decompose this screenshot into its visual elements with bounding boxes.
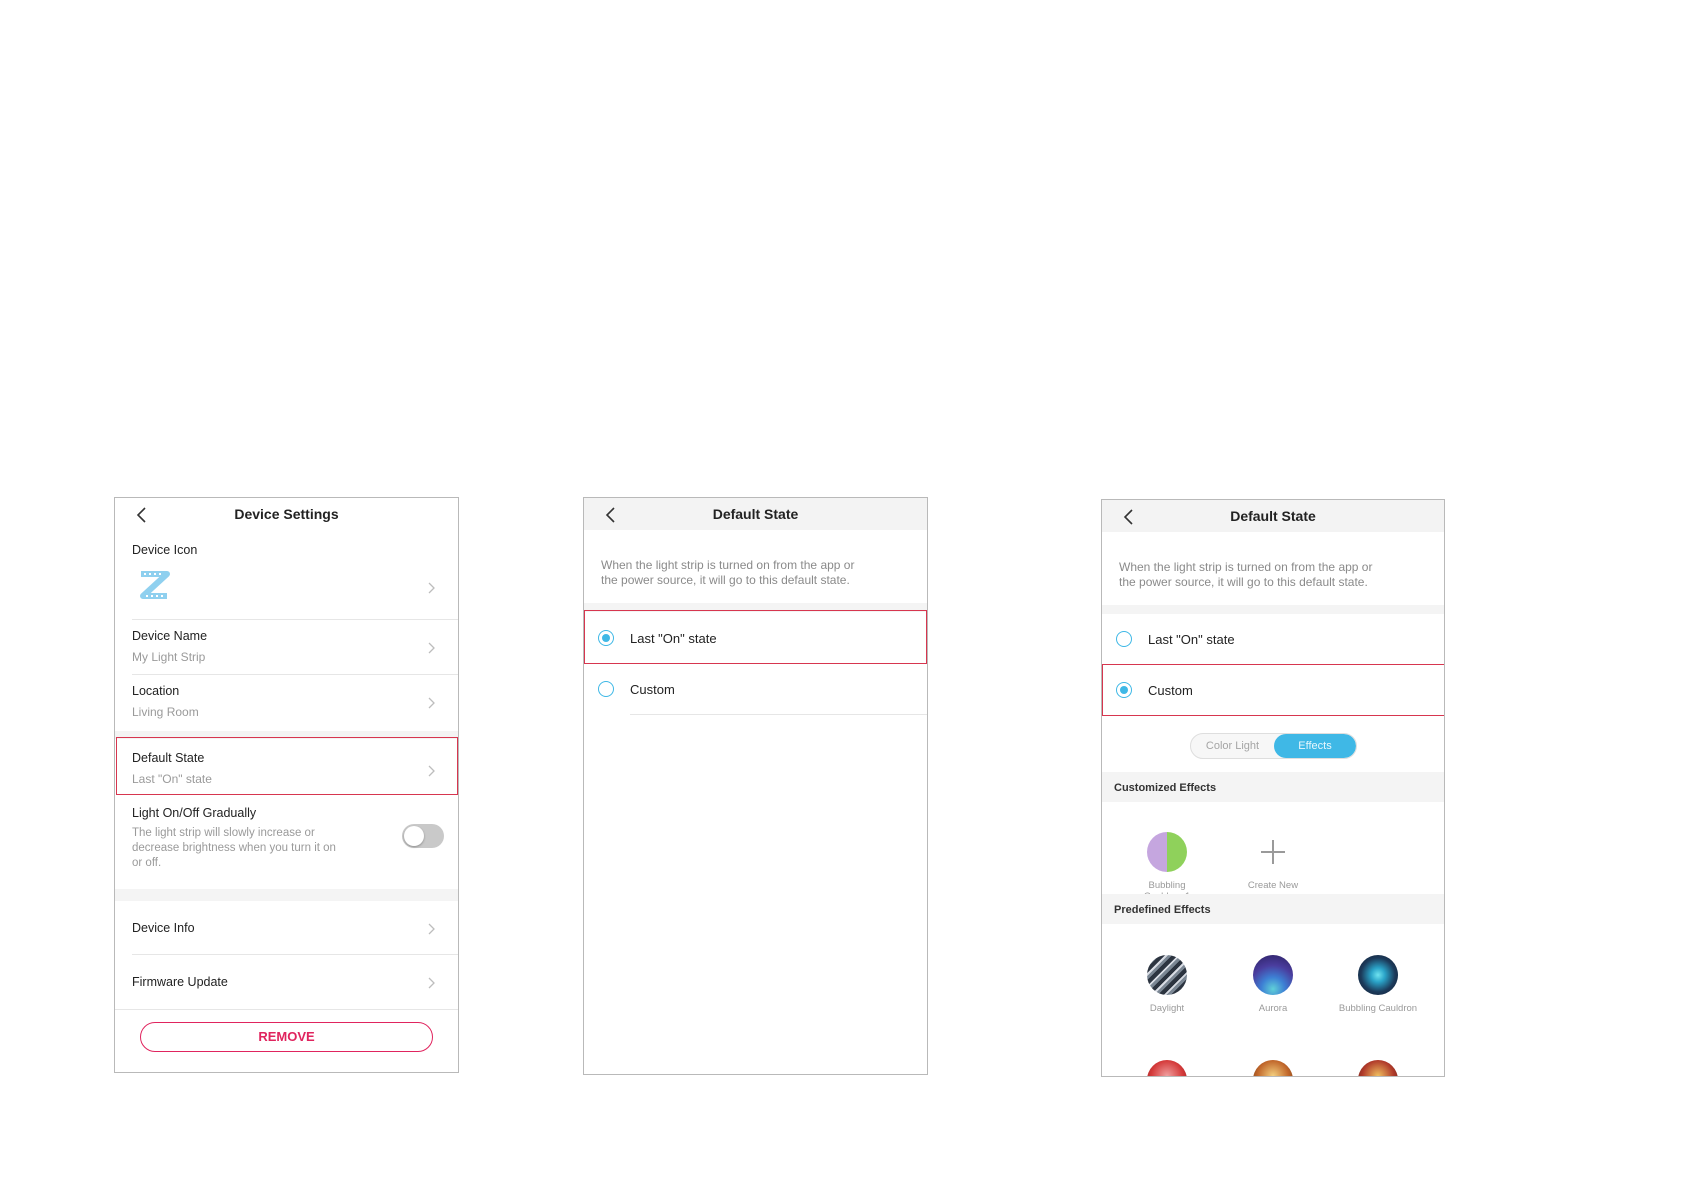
description-line: the power source, it will go to this def…: [601, 573, 850, 587]
default-state-screen-custom: Default State When the light strip is tu…: [1101, 499, 1445, 1077]
device-name-value: My Light Strip: [132, 650, 206, 664]
effect-caption: Daylight: [1149, 1003, 1185, 1014]
effect-thumbnail: [1358, 955, 1398, 995]
device-name-row[interactable]: Device Name My Light Strip: [115, 620, 458, 674]
page-title: Default State: [712, 506, 799, 522]
location-value: Living Room: [132, 705, 199, 719]
effect-partial[interactable]: [1333, 1060, 1423, 1076]
page-title: Device Settings: [234, 506, 339, 522]
option-label: Custom: [630, 682, 675, 697]
effect-bubbling-cauldron[interactable]: Bubbling Cauldron: [1333, 955, 1423, 1014]
chevron-right-icon: [428, 582, 436, 594]
chevron-right-icon: [428, 977, 436, 989]
divider: [115, 1009, 458, 1010]
page-title: Default State: [1230, 508, 1316, 524]
light-strip-icon: [138, 570, 170, 605]
default-state-screen-last-on: Default State When the light strip is tu…: [583, 497, 928, 1075]
effect-caption: Create New: [1228, 880, 1318, 891]
description-line: the power source, it will go to this def…: [1119, 575, 1368, 589]
divider: [630, 714, 927, 715]
description-line: When the light strip is turned on from t…: [1119, 560, 1373, 574]
predefined-effects-title: Predefined Effects: [1114, 904, 1211, 916]
header: Default State: [584, 498, 927, 530]
gradual-description: The light strip will slowly increase or …: [132, 826, 336, 871]
highlight-box: [1102, 664, 1444, 716]
option-last-on[interactable]: Last "On" state: [1102, 614, 1444, 664]
firmware-update-label: Firmware Update: [132, 975, 228, 989]
effect-thumbnail: [1147, 1060, 1187, 1076]
effect-thumbnail: [1358, 1060, 1398, 1076]
segment-color-light[interactable]: Color Light: [1191, 734, 1274, 758]
plus-icon: [1253, 832, 1293, 872]
section-gap: [1102, 605, 1444, 614]
option-custom[interactable]: Custom: [584, 664, 927, 714]
device-icon-label: Device Icon: [132, 543, 198, 557]
chevron-right-icon: [428, 642, 436, 654]
effect-thumbnail: [1147, 955, 1187, 995]
effect-thumbnail: [1147, 832, 1187, 872]
caption-line: Bubbling: [1148, 880, 1186, 891]
segment-effects[interactable]: Effects: [1274, 734, 1356, 758]
description-line: or off.: [132, 857, 162, 869]
customized-effects-title: Customized Effects: [1114, 782, 1217, 794]
remove-button[interactable]: REMOVE: [140, 1022, 433, 1052]
gradual-toggle[interactable]: [402, 824, 444, 848]
description-line: When the light strip is turned on from t…: [601, 558, 855, 572]
mode-segmented-control: Color Light Effects: [1190, 733, 1357, 759]
create-new-effect[interactable]: Create New: [1228, 832, 1318, 891]
location-label: Location: [132, 684, 180, 698]
effect-thumbnail: [1253, 955, 1293, 995]
effect-aurora[interactable]: Aurora: [1228, 955, 1318, 1014]
highlight-box: [584, 610, 927, 664]
header: Device Settings: [115, 498, 458, 530]
device-settings-screen: Device Settings Device Icon Device Name …: [114, 497, 459, 1073]
effect-caption: Bubbling Cauldron: [1338, 1003, 1418, 1014]
firmware-update-row[interactable]: Firmware Update: [115, 955, 458, 1009]
radio-button[interactable]: [598, 681, 614, 697]
effect-daylight[interactable]: Daylight: [1122, 955, 1212, 1014]
default-state-description: When the light strip is turned on from t…: [601, 558, 907, 588]
effect-bubbling-cauldron-1[interactable]: Bubbling Cauldron 1: [1122, 832, 1212, 902]
toggle-knob: [404, 826, 424, 846]
effect-partial[interactable]: [1228, 1060, 1318, 1076]
effect-caption: Aurora: [1258, 1003, 1288, 1014]
radio-button[interactable]: [1116, 631, 1132, 647]
option-label: Last "On" state: [1148, 632, 1235, 647]
effect-partial[interactable]: [1122, 1060, 1212, 1076]
section-gap: [115, 889, 458, 901]
caption-line: Create New: [1247, 880, 1299, 891]
description-line: decrease brightness when you turn it on: [132, 842, 336, 854]
device-icon-row[interactable]: [115, 560, 458, 618]
gradual-row: Light On/Off Gradually The light strip w…: [115, 797, 458, 889]
effect-thumbnail: [1253, 1060, 1293, 1076]
gradual-label: Light On/Off Gradually: [132, 806, 257, 820]
chevron-right-icon: [428, 697, 436, 709]
header: Default State: [1102, 500, 1444, 532]
chevron-right-icon: [428, 923, 436, 935]
device-info-row[interactable]: Device Info: [115, 901, 458, 954]
device-name-label: Device Name: [132, 629, 208, 643]
highlight-box: [116, 737, 458, 795]
device-info-label: Device Info: [132, 921, 195, 935]
location-row[interactable]: Location Living Room: [115, 675, 458, 731]
default-state-description: When the light strip is turned on from t…: [1119, 560, 1424, 590]
description-line: The light strip will slowly increase or: [132, 827, 315, 839]
